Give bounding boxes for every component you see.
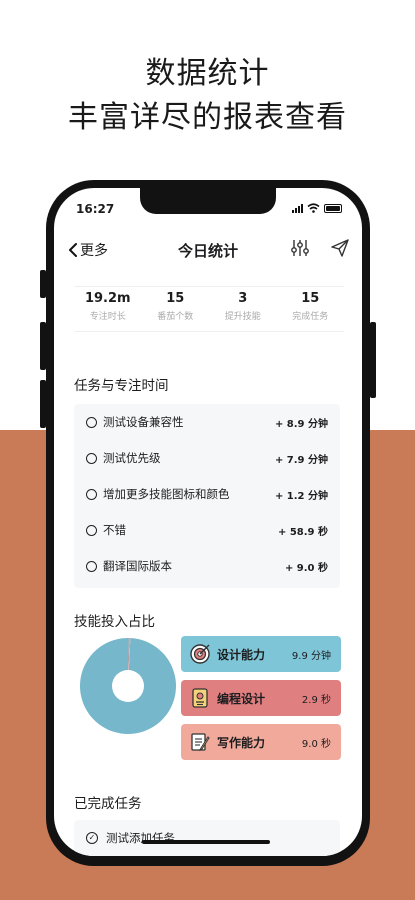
status-icons [292,203,342,213]
task-row[interactable]: 增加更多技能图标和颜色 + 1.2 分钟 [74,476,340,512]
notch [140,188,276,214]
battery-icon [324,203,342,213]
skill-value: 9.0 秒 [301,738,331,750]
stat-label: 番茄个数 [157,312,194,322]
power-button [370,322,376,398]
send-icon[interactable] [330,238,350,258]
task-row[interactable]: 测试设备兼容性 + 8.9 分钟 [74,404,340,440]
signal-icon [292,203,303,213]
skill-name: 编程设计 [217,691,266,706]
skills-section-title: 技能投入占比 [74,614,155,630]
check-icon: ✓ [86,832,98,844]
target-icon [189,643,211,665]
task-time: + 1.2 分钟 [274,490,328,502]
stat-value: 19.2m [84,291,131,306]
donut-hole [112,670,144,702]
task-row[interactable]: 翻译国际版本 + 9.0 秒 [74,548,340,584]
summary-stats: 19.2m 专注时长 15 番茄个数 3 提升技能 15 完成任务 [74,286,344,332]
stat-value: 15 [301,291,320,306]
task-time: + 7.9 分钟 [274,454,328,466]
task-row[interactable]: 不错 + 58.9 秒 [74,512,340,548]
tasks-section-title: 任务与专注时间 [74,378,169,394]
task-status-icon [86,416,97,428]
stat-tomato-count: 15 番茄个数 [142,287,210,331]
skill-name: 设计能力 [217,647,266,662]
stat-label: 提升技能 [224,312,261,322]
skill-item-programming[interactable]: 编程设计 2.9 秒 [181,680,341,716]
task-time: + 8.9 分钟 [274,418,328,430]
stat-label: 完成任务 [292,312,329,322]
task-name: 测试优先级 [103,451,161,465]
promo-subheadline: 丰富详尽的报表查看 [68,100,347,135]
done-section-title: 已完成任务 [74,796,142,812]
task-time: + 9.0 秒 [284,562,328,574]
writing-icon [189,731,211,753]
stat-value: 3 [238,291,248,306]
task-name: 增加更多技能图标和颜色 [103,487,230,501]
home-indicator [142,840,270,844]
task-time: + 58.9 秒 [277,526,328,538]
task-status-icon [86,560,97,572]
skill-name: 写作能力 [217,735,266,750]
promo-headline: 数据统计 [145,56,270,91]
skill-item-writing[interactable]: 写作能力 9.0 秒 [181,724,341,760]
wifi-icon [307,203,320,213]
phone-screen: 16:27 更多 今日统计 19.2m 专注时长 15 番茄个数 3 提升技能 … [54,188,362,856]
task-name: 测试设备兼容性 [103,415,184,429]
status-time: 16:27 [76,202,115,216]
page-title: 今日统计 [177,242,238,260]
stat-label: 专注时长 [89,312,126,322]
task-name: 翻译国际版本 [103,559,172,573]
stat-value: 15 [166,291,185,306]
stat-tasks-completed: 15 完成任务 [277,287,345,331]
skill-item-design[interactable]: 设计能力 9.9 分钟 [181,636,341,672]
skill-donut-chart [80,638,176,734]
stat-skills-improved: 3 提升技能 [209,287,277,331]
phone-frame: 16:27 更多 今日统计 19.2m 专注时长 15 番茄个数 3 提升技能 … [46,180,370,866]
task-status-icon [86,524,97,536]
task-name: 不错 [103,523,126,537]
stat-focus-duration: 19.2m 专注时长 [74,287,142,331]
sliders-icon[interactable] [290,238,310,258]
skill-value: 9.9 分钟 [291,650,331,662]
nav-bar: 更多 今日统计 [54,232,362,268]
task-status-icon [86,452,97,464]
skill-value: 2.9 秒 [301,694,331,706]
task-list: 测试设备兼容性 + 8.9 分钟 测试优先级 + 7.9 分钟 增加更多技能图标… [74,404,340,588]
task-status-icon [86,488,97,500]
task-row[interactable]: 测试优先级 + 7.9 分钟 [74,440,340,476]
id-card-icon [189,687,211,709]
done-task-list: ✓ 测试添加任务 [74,820,340,856]
